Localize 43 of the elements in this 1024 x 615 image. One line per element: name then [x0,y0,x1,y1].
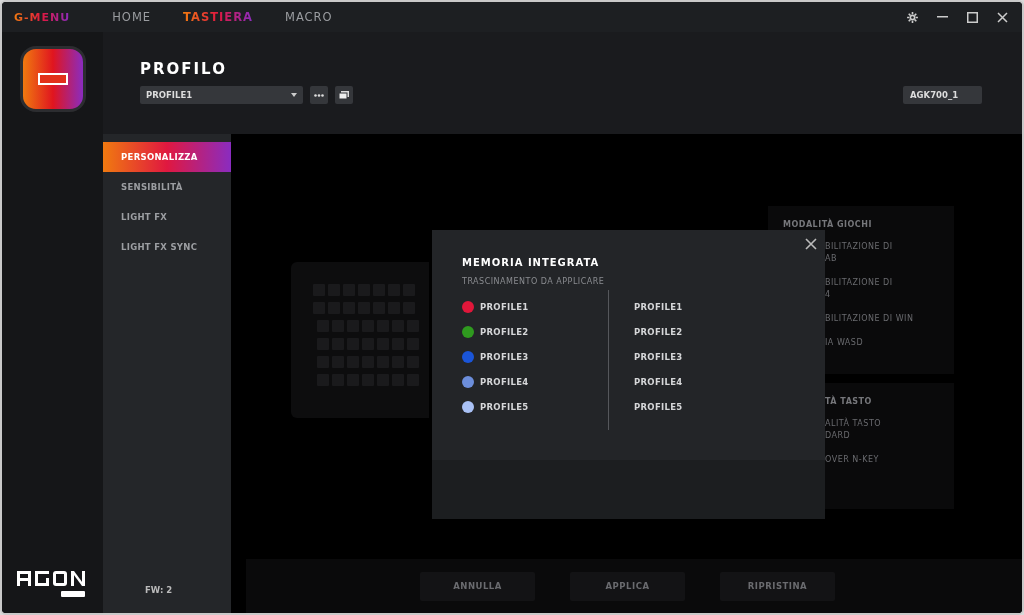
sidebar-item[interactable]: SENSIBILITÀ [103,172,231,202]
more-button[interactable] [310,86,328,104]
nav-tab[interactable]: TASTIERA [183,10,253,24]
profile-label[interactable]: PROFILE5 [480,402,529,412]
profile-label[interactable]: PROFILE2 [480,327,529,337]
dialog-title: MEMORIA INTEGRATA [462,257,601,268]
profile-slot[interactable]: PROFILE3 [634,352,683,362]
option-label: ALITÀ TASTO DARD [825,418,882,442]
keyboard-tile[interactable] [19,46,86,112]
caret-icon [291,93,297,97]
panel-heading: TÀ TASTO [825,397,872,406]
maximize-icon[interactable] [964,9,980,25]
profile-slot[interactable]: PROFILE4 [634,377,683,387]
close-icon[interactable] [805,238,817,250]
keyboard-icon [37,73,68,85]
panel-heading: MODALITÀ GIOCHI [783,220,872,229]
device-label: AGK700_1 [903,86,982,104]
profile-dropdown[interactable]: PROFILE1 [140,86,303,104]
app-logo: G-MENU [14,10,71,24]
sidebar-item[interactable]: LIGHT FX SYNC [103,232,231,262]
profile-slot[interactable]: PROFILE2 [634,327,683,337]
option-label: BILITAZIONE DI WIN [825,313,914,325]
settings-icon[interactable] [904,9,920,25]
sidebar-item[interactable]: PERSONALIZZA [103,142,231,172]
profile-label[interactable]: PROFILE4 [480,377,529,387]
nav-tab[interactable]: HOME [112,10,152,24]
option-label: BILITAZIONE DI 4 [825,277,893,301]
firmware-version: FW: 2 [144,585,174,597]
profile-slot[interactable]: PROFILE1 [634,302,683,312]
more-icon [314,93,324,97]
option-label: OVER N-KEY [825,454,879,466]
dialog-subtitle: TRASCINAMENTO DA APPLICARE [462,277,606,286]
page-title: PROFILO [140,60,228,78]
option-label: BILITAZIONE DI AB [825,241,893,265]
profile-slot[interactable]: PROFILE5 [634,402,683,412]
sidebar-item[interactable]: LIGHT FX [103,202,231,232]
windows-icon [339,91,349,99]
option-label: IA WASD [825,337,864,349]
profile-label[interactable]: PROFILE1 [480,302,529,312]
close-icon[interactable] [994,9,1010,25]
memory-button[interactable] [335,86,353,104]
profile-label[interactable]: PROFILE3 [480,352,529,362]
nav-tab[interactable]: MACRO [284,10,333,24]
